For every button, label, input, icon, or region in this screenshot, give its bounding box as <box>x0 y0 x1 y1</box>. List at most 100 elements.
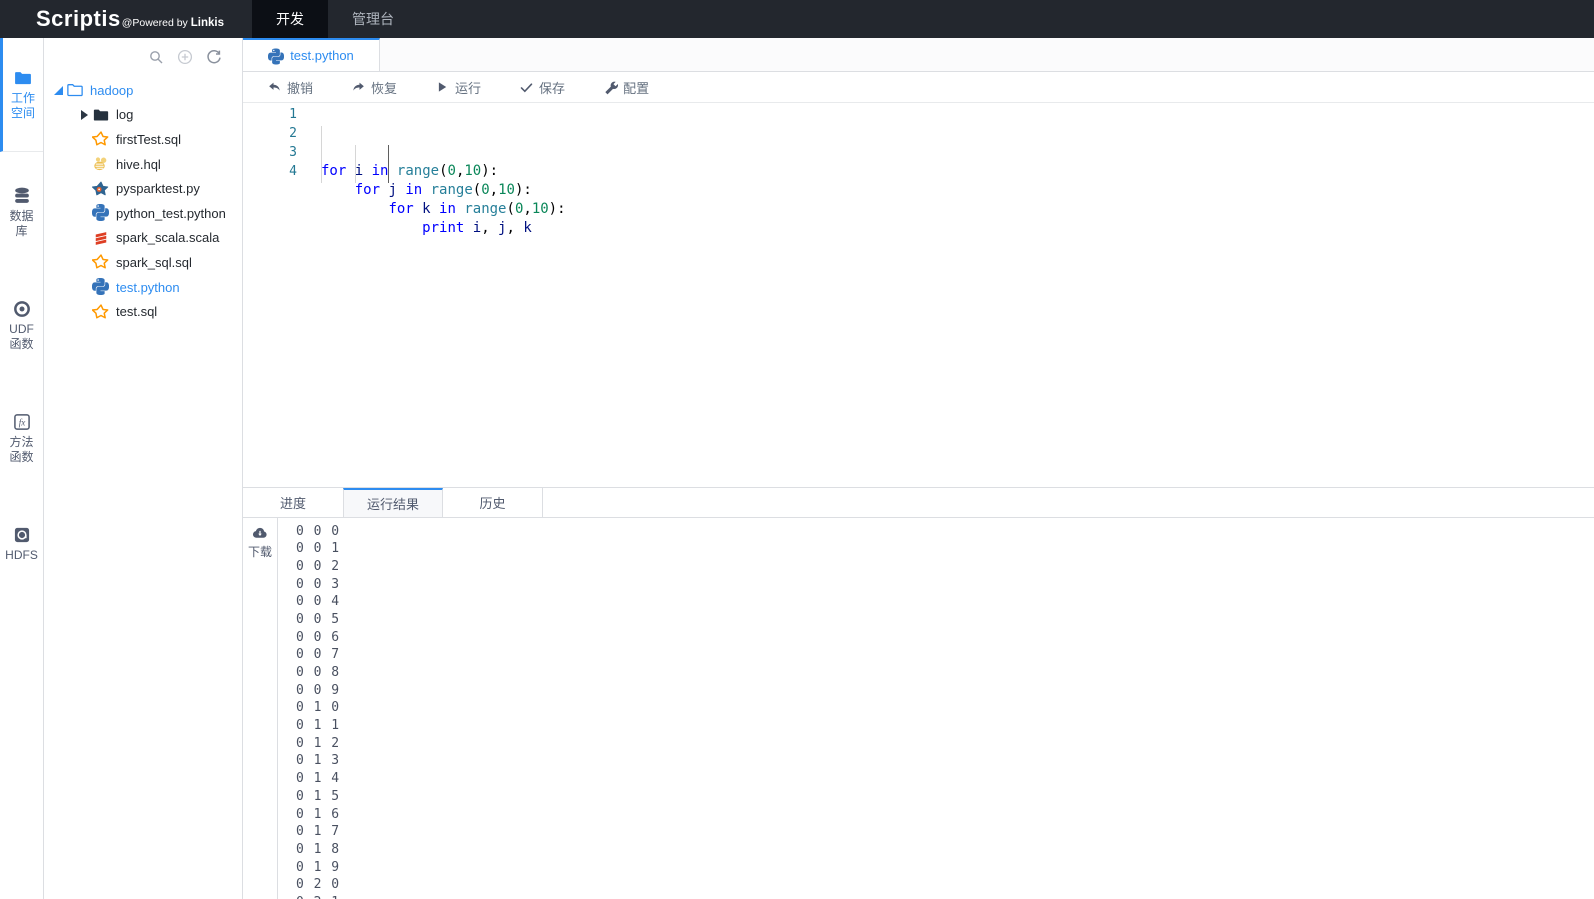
result-row: 0 0 7 <box>296 647 1594 665</box>
activity-item-工作空间[interactable]: 工作空间 <box>0 38 43 152</box>
app-logo: Scriptis @Powered by Linkis <box>0 0 224 38</box>
fx-function-icon: fx <box>12 412 32 432</box>
editor-tabbar: test.python <box>243 38 1594 72</box>
folder-open-icon <box>66 81 84 99</box>
line-number: 1 <box>243 105 297 124</box>
tree-item-label: firstTest.sql <box>116 132 181 147</box>
run-icon <box>435 80 450 95</box>
editor-tab-test-python[interactable]: test.python <box>243 38 380 71</box>
undo-icon <box>267 80 282 95</box>
tree-item-label: spark_sql.sql <box>116 255 192 270</box>
bottom-tab-运行结果[interactable]: 运行结果 <box>343 488 443 517</box>
result-row: 0 0 4 <box>296 594 1594 612</box>
result-row: 0 0 0 <box>296 524 1594 542</box>
logo-suffix: @Powered by Linkis <box>122 17 224 29</box>
tree-item-label: python_test.python <box>116 206 226 221</box>
bottom-tab-进度[interactable]: 进度 <box>243 488 343 517</box>
indent-guides <box>321 105 422 200</box>
tree-item-label: hive.hql <box>116 157 161 172</box>
activity-bar: 工作空间数据库 UDF函数 fx 方法函数 HDFS <box>0 38 44 899</box>
tree-toolbar-add-icon[interactable] <box>177 49 193 65</box>
scala-icon <box>92 229 110 247</box>
result-row: 0 1 8 <box>296 842 1594 860</box>
tree-toolbar-search-icon[interactable] <box>148 49 164 65</box>
tree-item-hive.hql[interactable]: hive.hql <box>44 152 242 177</box>
toolbar-button-config[interactable]: 配置 <box>603 78 649 97</box>
activity-item-数据库[interactable]: 数据库 <box>0 186 43 239</box>
download-label: 下载 <box>248 543 272 560</box>
tree-item-label: pysparktest.py <box>116 181 200 196</box>
result-row: 0 1 2 <box>296 736 1594 754</box>
tree-item-label: spark_scala.scala <box>116 230 219 245</box>
tree-item-log[interactable]: log <box>44 103 242 128</box>
caret-spacer <box>78 133 90 145</box>
redo-icon <box>351 80 366 95</box>
logo-text: Scriptis <box>36 6 121 32</box>
result-row: 0 0 3 <box>296 577 1594 595</box>
result-row: 0 1 5 <box>296 789 1594 807</box>
sql-star-icon <box>92 253 110 271</box>
tree-toolbar-refresh-icon[interactable] <box>206 49 222 65</box>
navbar: Scriptis @Powered by Linkis 开发管理台 <box>0 0 1594 38</box>
toolbar-button-label: 配置 <box>623 78 649 97</box>
caret-spacer <box>78 256 90 268</box>
tree-item-spark_scala.scala[interactable]: spark_scala.scala <box>44 226 242 251</box>
code-line: print i, j, k <box>321 219 566 238</box>
activity-item-UDF函数[interactable]: UDF函数 <box>0 299 43 352</box>
activity-item-方法函数[interactable]: fx 方法函数 <box>0 412 43 465</box>
bottom-tab-历史[interactable]: 历史 <box>443 488 543 517</box>
line-number: 2 <box>243 124 297 143</box>
hdfs-disk-icon <box>12 525 32 545</box>
results-output[interactable]: 0 0 00 0 10 0 20 0 30 0 40 0 50 0 60 0 7… <box>278 518 1594 899</box>
tree-item-hadoop[interactable]: hadoop <box>44 78 242 103</box>
tree-item-python_test.python[interactable]: python_test.python <box>44 201 242 226</box>
line-number: 3 <box>243 143 297 162</box>
code-editor[interactable]: 1234 for i in range(0,10): for j in rang… <box>243 103 1594 487</box>
result-row: 0 1 7 <box>296 824 1594 842</box>
python-icon <box>92 204 110 222</box>
editor-tab-label: test.python <box>290 48 354 63</box>
toolbar-button-label: 恢复 <box>371 78 397 97</box>
hive-bee-icon <box>92 155 110 173</box>
caret-expanded-icon <box>52 84 64 96</box>
result-row: 0 1 0 <box>296 700 1594 718</box>
svg-text:fx: fx <box>18 417 25 427</box>
toolbar-button-run[interactable]: 运行 <box>435 78 481 97</box>
tree-toolbar <box>44 38 242 76</box>
result-row: 0 0 8 <box>296 665 1594 683</box>
code-content: for i in range(0,10): for j in range(0,1… <box>321 105 566 487</box>
tree-item-pysparktest.py[interactable]: pysparktest.py <box>44 176 242 201</box>
result-row: 0 1 3 <box>296 753 1594 771</box>
workspace-folder-icon <box>13 68 33 88</box>
result-row: 0 0 9 <box>296 683 1594 701</box>
line-number-gutter: 1234 <box>243 105 297 487</box>
tree-item-label: test.sql <box>116 304 157 319</box>
nav-tab-console[interactable]: 管理台 <box>328 0 418 38</box>
toolbar-button-redo[interactable]: 恢复 <box>351 78 397 97</box>
config-icon <box>603 80 618 95</box>
toolbar-button-save[interactable]: 保存 <box>519 78 565 97</box>
python-icon <box>268 48 284 64</box>
activity-item-label: 方法函数 <box>5 435 39 465</box>
file-tree: hadooplog firstTest.sql hive.hql pysparktes… <box>44 76 242 324</box>
toolbar-button-undo[interactable]: 撤销 <box>267 78 313 97</box>
bottom-panel-tabs: 进度运行结果历史 <box>243 487 1594 518</box>
result-row: 0 1 9 <box>296 860 1594 878</box>
python-icon <box>92 278 110 296</box>
tree-item-firstTest.sql[interactable]: firstTest.sql <box>44 127 242 152</box>
search-icon <box>148 49 164 65</box>
logo-brand: Linkis <box>191 17 224 29</box>
result-row: 0 1 6 <box>296 807 1594 825</box>
tree-item-label: test.python <box>116 280 180 295</box>
result-row: 0 2 0 <box>296 877 1594 895</box>
workbench: test.python 撤销 恢复 运行 保存 配置 1234 for i in ran… <box>243 38 1594 899</box>
tree-item-spark_sql.sql[interactable]: spark_sql.sql <box>44 250 242 275</box>
tree-item-test.sql[interactable]: test.sql <box>44 299 242 324</box>
save-icon <box>519 80 534 95</box>
result-row: 0 1 4 <box>296 771 1594 789</box>
activity-item-label: UDF函数 <box>5 322 39 352</box>
nav-tab-dev[interactable]: 开发 <box>252 0 328 38</box>
tree-item-test.python[interactable]: test.python <box>44 275 242 300</box>
activity-item-HDFS[interactable]: HDFS <box>0 525 43 563</box>
download-button[interactable]: 下载 <box>248 526 272 560</box>
